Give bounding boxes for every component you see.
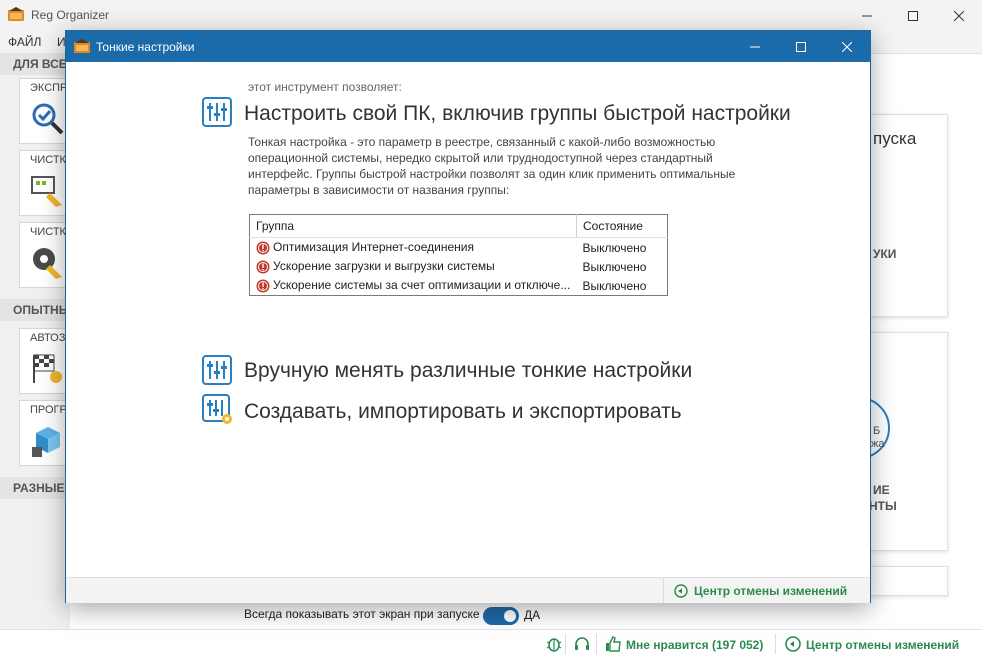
footer-separator bbox=[663, 578, 664, 603]
monitor-broom-icon bbox=[31, 176, 62, 207]
minimize-icon bbox=[750, 46, 760, 47]
group-state: Выключено bbox=[582, 278, 647, 293]
undo-center-icon bbox=[674, 584, 688, 598]
minimize-button[interactable] bbox=[844, 0, 890, 31]
feature-description: Тонкая настройка - это параметр в реестр… bbox=[248, 135, 736, 197]
tool-card-clean-1[interactable]: ЧИСТК bbox=[19, 150, 70, 216]
tool-label: АВТОЗ bbox=[30, 332, 66, 344]
close-icon bbox=[954, 10, 964, 21]
sliders-gear-icon bbox=[202, 394, 232, 424]
dialog-title: Тонкие настройки bbox=[96, 40, 195, 54]
column-header-state[interactable]: Состояние bbox=[576, 214, 668, 238]
checkered-flag-gear-icon bbox=[33, 354, 62, 383]
table-row[interactable]: Ускорение загрузки и выгрузки системы Вы… bbox=[250, 257, 668, 276]
table-row[interactable]: Ускорение системы за счет оптимизации и … bbox=[250, 276, 668, 296]
tool-label: ЭКСПРЕ bbox=[30, 82, 70, 94]
group-name: Оптимизация Интернет-соединения bbox=[273, 240, 474, 255]
toggle-state-label: ДА bbox=[524, 608, 541, 622]
group-state: Выключено bbox=[582, 259, 647, 274]
main-titlebar: Reg Organizer bbox=[0, 0, 982, 31]
magnifier-check-icon bbox=[32, 103, 64, 135]
group-name-cell: Оптимизация Интернет-соединения bbox=[250, 238, 577, 258]
right-card-third[interactable] bbox=[868, 566, 948, 596]
dialog-undo-center-button[interactable]: Центр отмены изменений bbox=[694, 584, 847, 598]
tool-card-programs[interactable]: ПРОГР bbox=[19, 400, 70, 466]
maximize-button[interactable] bbox=[890, 0, 936, 31]
globe-broom-icon bbox=[33, 248, 62, 279]
like-button-label[interactable]: Мне нравится (197 052) bbox=[626, 638, 763, 652]
card-text: Б bbox=[873, 425, 881, 437]
tool-card-express[interactable]: ЭКСПРЕ bbox=[19, 78, 70, 144]
card-text: НТЫ bbox=[869, 499, 897, 513]
column-header-group[interactable]: Группа bbox=[249, 214, 577, 238]
error-status-icon bbox=[256, 260, 270, 274]
close-icon bbox=[842, 41, 852, 52]
toggle-knob bbox=[504, 610, 516, 622]
headset-support-icon[interactable] bbox=[573, 635, 591, 653]
section-advanced: ОПЫТНЫМ bbox=[0, 299, 70, 321]
dialog-titlebar: Тонкие настройки bbox=[66, 31, 870, 62]
minimize-icon bbox=[862, 15, 872, 16]
right-card-startup[interactable]: пуска УКИ bbox=[868, 114, 948, 317]
card-text: жа bbox=[871, 438, 885, 450]
always-show-toggle[interactable] bbox=[483, 607, 519, 625]
tool-label: ЧИСТК bbox=[30, 154, 66, 166]
section-misc: РАЗНЫЕ В bbox=[0, 477, 70, 499]
maximize-icon bbox=[796, 41, 806, 52]
tool-label: ПРОГР bbox=[30, 404, 67, 416]
error-status-icon bbox=[256, 279, 270, 293]
feature-manual-heading[interactable]: Вручную менять различные тонкие настройк… bbox=[244, 359, 692, 383]
table-header-row: Группа Состояние bbox=[249, 214, 668, 238]
menu-file[interactable]: ФАЙЛ bbox=[8, 35, 41, 49]
bug-icon[interactable] bbox=[545, 635, 563, 653]
card-text: УКИ bbox=[873, 247, 897, 261]
maximize-icon bbox=[908, 10, 918, 21]
status-separator bbox=[775, 634, 776, 654]
box-trash-icon bbox=[32, 427, 60, 457]
always-show-label: Всегда показывать этот экран при запуске bbox=[244, 607, 480, 621]
group-state: Выключено bbox=[582, 240, 647, 255]
section-for-all: ДЛЯ ВСЕХ bbox=[0, 53, 70, 75]
card-text: ИЕ bbox=[873, 483, 890, 497]
tool-card-autorun[interactable]: АВТОЗ bbox=[19, 328, 70, 394]
group-name: Ускорение системы за счет оптимизации и … bbox=[273, 278, 571, 293]
feature-create-heading[interactable]: Создавать, импортировать и экспортироват… bbox=[244, 400, 682, 424]
status-separator bbox=[596, 634, 597, 654]
group-name-cell: Ускорение системы за счет оптимизации и … bbox=[250, 276, 577, 296]
card-text: пуска bbox=[873, 129, 917, 148]
right-card-second[interactable]: Б жа ИЕ НТЫ bbox=[868, 332, 948, 551]
dialog-maximize-button[interactable] bbox=[778, 31, 824, 62]
feature-quick-groups-heading[interactable]: Настроить свой ПК, включив группы быстро… bbox=[244, 102, 791, 126]
intro-text: этот инструмент позволяет: bbox=[248, 80, 402, 94]
dialog-footer: Центр отмены изменений bbox=[66, 577, 870, 603]
tool-card-clean-2[interactable]: ЧИСТК bbox=[19, 222, 70, 288]
reg-organizer-app-icon bbox=[8, 7, 24, 21]
undo-center-button[interactable]: Центр отмены изменений bbox=[806, 638, 959, 652]
fine-tuning-dialog: Тонкие настройки этот инструмент позволя… bbox=[65, 30, 871, 603]
thumbs-up-icon[interactable] bbox=[604, 635, 622, 653]
group-name-cell: Ускорение загрузки и выгрузки системы bbox=[250, 257, 577, 276]
quick-groups-table: Группа Состояние Оптимизация Интернет-со… bbox=[249, 214, 668, 296]
tool-label: ЧИСТК bbox=[30, 226, 66, 238]
dialog-minimize-button[interactable] bbox=[732, 31, 778, 62]
close-button[interactable] bbox=[936, 0, 982, 31]
dialog-close-button[interactable] bbox=[824, 31, 870, 62]
error-status-icon bbox=[256, 241, 270, 255]
undo-center-icon[interactable] bbox=[784, 635, 802, 653]
quick-settings-groups-icon bbox=[202, 97, 232, 127]
reg-organizer-app-icon bbox=[74, 39, 90, 53]
status-bar: Мне нравится (197 052) Центр отмены изме… bbox=[0, 629, 982, 658]
status-separator bbox=[565, 634, 566, 654]
group-name: Ускорение загрузки и выгрузки системы bbox=[273, 259, 495, 274]
sliders-icon bbox=[202, 355, 232, 385]
table-row[interactable]: Оптимизация Интернет-соединения Выключен… bbox=[250, 238, 668, 258]
main-window-title: Reg Organizer bbox=[31, 8, 110, 22]
